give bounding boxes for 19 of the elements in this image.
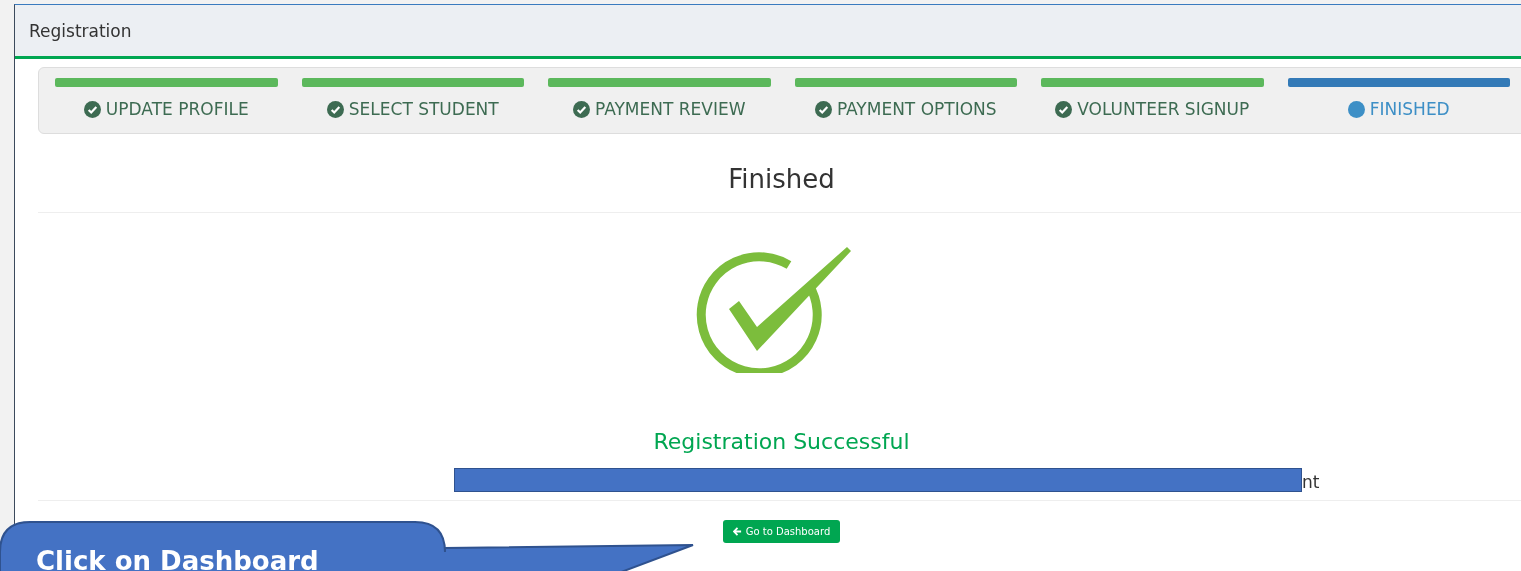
section-heading: Finished (728, 164, 835, 194)
callout-text: Click on Dashboard (36, 546, 319, 571)
check-circle-icon (1055, 100, 1073, 118)
check-circle-icon (326, 100, 344, 118)
message-text: nt (1302, 472, 1320, 492)
check-circle-icon (814, 100, 832, 118)
wizard-step[interactable]: PAYMENT REVIEW (573, 99, 746, 119)
wizard-step[interactable]: PAYMENT OPTIONS (814, 99, 997, 119)
wizard-step[interactable]: FINISHED (1347, 99, 1450, 119)
success-message: Registration Successful (653, 429, 910, 454)
arrow-left-icon (732, 527, 742, 536)
dashboard-button[interactable]: Go to Dashboard (722, 520, 841, 543)
dot-icon (1347, 100, 1365, 118)
panel-title: Registration (29, 20, 132, 41)
check-circle-icon (83, 100, 101, 118)
check-circle-icon (573, 100, 590, 118)
wizard-step[interactable]: SELECT STUDENT (326, 99, 499, 119)
wizard-step[interactable]: UPDATE PROFILE (83, 99, 249, 119)
wizard-step[interactable]: VOLUNTEER SIGNUP (1055, 99, 1250, 119)
